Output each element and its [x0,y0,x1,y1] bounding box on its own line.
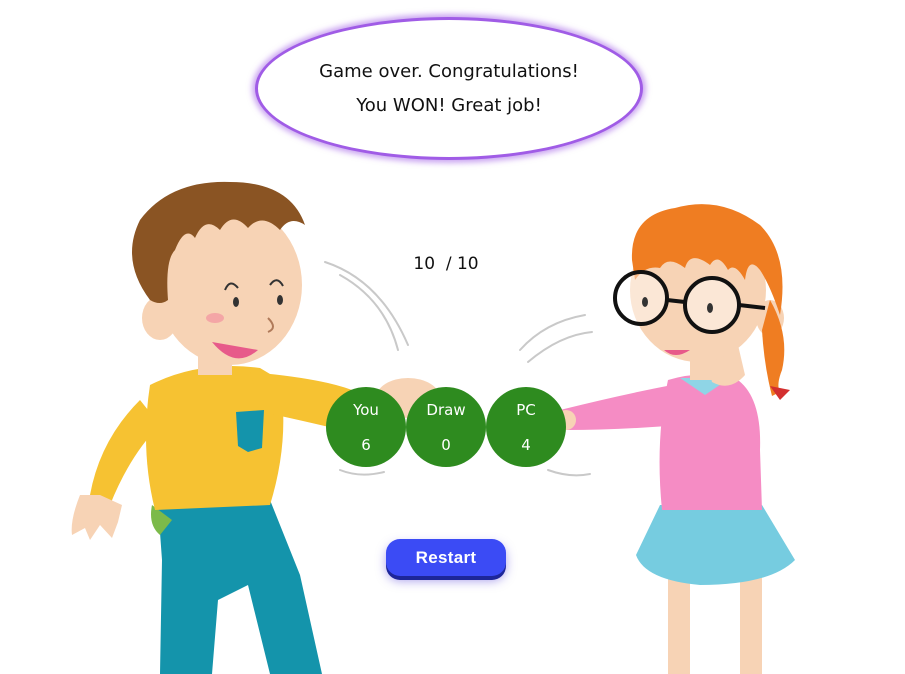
score-you-value: 6 [361,436,371,454]
game-screen: Game over. Congratulations! You WON! Gre… [0,0,905,674]
score-pc-label: PC [516,401,536,419]
score-you: You 6 [326,387,406,467]
score-you-label: You [353,401,379,419]
girl-character [556,204,795,674]
round-counter: 10 / 10 [413,254,479,274]
result-message-line1: Game over. Congratulations! [319,60,579,82]
score-draw: Draw 0 [406,387,486,467]
restart-button[interactable]: Restart [386,539,506,576]
score-draw-label: Draw [426,401,466,419]
score-pc-value: 4 [521,436,531,454]
result-message-line2: You WON! Great job! [356,94,542,116]
score-draw-value: 0 [441,436,451,454]
speech-bubble: Game over. Congratulations! You WON! Gre… [255,17,643,160]
score-pc: PC 4 [486,387,566,467]
